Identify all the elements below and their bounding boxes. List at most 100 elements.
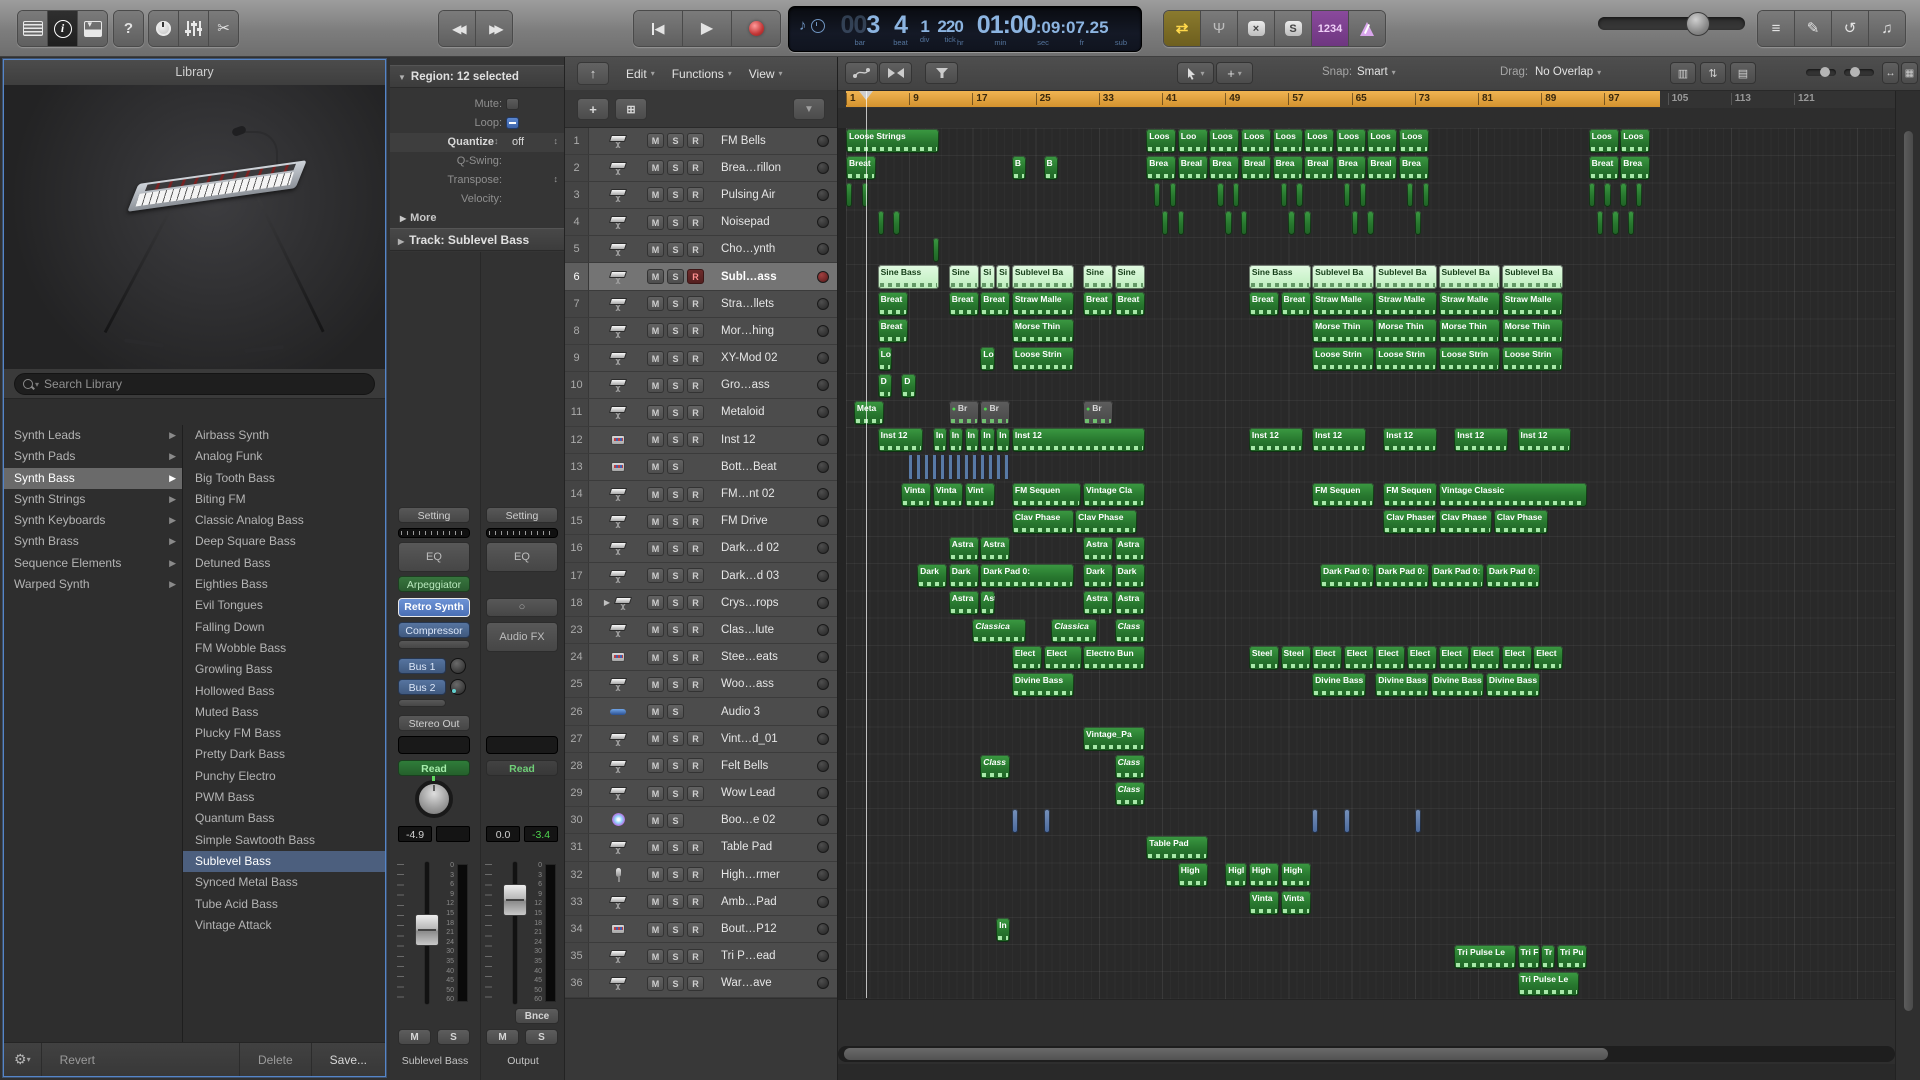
mute-button[interactable]: M bbox=[647, 922, 664, 937]
midi-region[interactable]: FM Sequen bbox=[1312, 483, 1374, 507]
library-patch-growling-bass[interactable]: Growling Bass bbox=[183, 659, 385, 680]
library-patch-pwm-bass[interactable]: PWM Bass bbox=[183, 787, 385, 808]
midi-region[interactable]: Class bbox=[980, 755, 1010, 779]
midi-region[interactable]: Lo bbox=[980, 347, 994, 371]
solo-button[interactable]: S bbox=[667, 514, 684, 529]
track-row-34[interactable]: 34MSRBout…P12 bbox=[565, 916, 837, 943]
mute-button[interactable]: M bbox=[647, 296, 664, 311]
midi-region[interactable]: Loos bbox=[1620, 129, 1650, 153]
library-patch-falling-down[interactable]: Falling Down bbox=[183, 617, 385, 638]
align-button[interactable]: ⇅ bbox=[1700, 62, 1726, 84]
solo-button[interactable]: S bbox=[667, 704, 684, 719]
midi-region[interactable]: Loo bbox=[1178, 129, 1208, 153]
midi-region[interactable]: Morse Thin bbox=[1375, 319, 1437, 343]
midi-region[interactable]: Loos bbox=[1241, 129, 1271, 153]
record-enable-button[interactable]: R bbox=[687, 894, 704, 909]
record-enable-button[interactable]: R bbox=[687, 731, 704, 746]
eq-thumbnail[interactable] bbox=[398, 528, 470, 538]
midi-region[interactable]: Sine bbox=[1083, 265, 1113, 289]
midi-region[interactable]: FM Sequen bbox=[1012, 483, 1082, 507]
mute-button[interactable]: M bbox=[647, 568, 664, 583]
library-patch-quantum-bass[interactable]: Quantum Bass bbox=[183, 808, 385, 829]
track-row-3[interactable]: 3MSRPulsing Air bbox=[565, 182, 837, 209]
library-patch-detuned-bass[interactable]: Detuned Bass bbox=[183, 553, 385, 574]
library-patch-synced-metal-bass[interactable]: Synced Metal Bass bbox=[183, 872, 385, 893]
track-row-35[interactable]: 35MSRTri P…ead bbox=[565, 943, 837, 970]
midi-region[interactable]: In bbox=[996, 918, 1010, 942]
library-action-menu-button[interactable]: ⚙▾ bbox=[4, 1043, 41, 1076]
library-patch-eighties-bass[interactable]: Eighties Bass bbox=[183, 574, 385, 595]
midi-region[interactable]: Brea bbox=[1273, 156, 1303, 180]
midi-region[interactable]: Elect bbox=[1375, 646, 1405, 670]
delete-button[interactable]: Delete bbox=[240, 1043, 311, 1076]
track-row-17[interactable]: 17MSRDark…d 03 bbox=[565, 563, 837, 590]
library-category-synth-brass[interactable]: Synth Brass▶ bbox=[4, 531, 182, 552]
midi-region[interactable]: Breal bbox=[1178, 156, 1208, 180]
midi-region[interactable] bbox=[1225, 211, 1231, 235]
library-patch-classic-analog-bass[interactable]: Classic Analog Bass bbox=[183, 510, 385, 531]
library-patch-simple-sawtooth-bass[interactable]: Simple Sawtooth Bass bbox=[183, 830, 385, 851]
strip-mute-button[interactable]: M bbox=[486, 1029, 519, 1045]
midi-region[interactable]: D bbox=[878, 374, 892, 398]
track-row-16[interactable]: 16MSRDark…d 02 bbox=[565, 535, 837, 562]
track-row-29[interactable]: 29MSRWow Lead bbox=[565, 780, 837, 807]
midi-region[interactable]: Breat bbox=[878, 292, 908, 316]
midi-region[interactable]: Breat bbox=[1083, 292, 1113, 316]
strip-solo-button[interactable]: S bbox=[525, 1029, 558, 1045]
midi-region[interactable] bbox=[933, 238, 939, 262]
midi-region[interactable]: Divine Bass bbox=[1431, 673, 1485, 697]
midi-region[interactable]: Vint bbox=[965, 483, 995, 507]
midi-region[interactable] bbox=[1281, 183, 1287, 207]
record-enable-button[interactable]: R bbox=[687, 187, 704, 202]
record-enable-button[interactable]: R bbox=[687, 514, 704, 529]
mixer-button[interactable] bbox=[179, 11, 209, 46]
command-click-tool-button[interactable]: + ▾ bbox=[1216, 62, 1253, 84]
send-bus2-slot[interactable]: Bus 2 bbox=[398, 679, 446, 695]
mute-button[interactable]: M bbox=[647, 894, 664, 909]
midi-region[interactable]: Loos bbox=[1336, 129, 1366, 153]
mute-button[interactable]: M bbox=[647, 758, 664, 773]
midi-region[interactable]: High bbox=[1249, 863, 1279, 887]
automation-mode-button[interactable]: Read bbox=[398, 760, 470, 776]
library-category-sequence-elements[interactable]: Sequence Elements▶ bbox=[4, 553, 182, 574]
quantize-value[interactable]: off bbox=[512, 136, 524, 148]
midi-region[interactable]: In bbox=[933, 428, 947, 452]
midi-region[interactable]: Meta bbox=[854, 401, 884, 425]
solo-button[interactable]: S bbox=[667, 242, 684, 257]
mute-button[interactable]: M bbox=[647, 677, 664, 692]
midi-region[interactable]: Ast bbox=[980, 591, 994, 615]
library-patch-big-tooth-bass[interactable]: Big Tooth Bass bbox=[183, 468, 385, 489]
midi-region[interactable] bbox=[1241, 211, 1247, 235]
record-enable-button[interactable]: R bbox=[687, 432, 704, 447]
record-enable-button[interactable]: R bbox=[687, 242, 704, 257]
midi-region[interactable]: Dark Pad 0: bbox=[1375, 564, 1429, 588]
library-patch-hollowed-bass[interactable]: Hollowed Bass bbox=[183, 681, 385, 702]
solo-button[interactable]: S bbox=[667, 487, 684, 502]
midi-region[interactable] bbox=[893, 211, 899, 235]
midi-region[interactable]: Straw Malle bbox=[1439, 292, 1501, 316]
record-enable-button[interactable]: R bbox=[687, 296, 704, 311]
midi-region[interactable]: Sine bbox=[949, 265, 979, 289]
library-patch-biting-fm[interactable]: Biting FM bbox=[183, 489, 385, 510]
solo-button[interactable]: S bbox=[667, 894, 684, 909]
midi-region[interactable]: Tri Pu bbox=[1557, 945, 1587, 969]
help-button[interactable]: ? bbox=[114, 11, 143, 46]
midi-region[interactable]: Morse Thin bbox=[1439, 319, 1501, 343]
record-enable-button[interactable]: R bbox=[687, 323, 704, 338]
record-enable-button[interactable]: R bbox=[687, 351, 704, 366]
solo-button[interactable]: S bbox=[667, 568, 684, 583]
midi-region[interactable]: Loos bbox=[1304, 129, 1334, 153]
midi-region[interactable]: Sublevel Ba bbox=[1502, 265, 1564, 289]
midi-region[interactable]: Clav Phase bbox=[1439, 510, 1493, 534]
solo-button[interactable]: S bbox=[667, 650, 684, 665]
midi-region[interactable]: Dark bbox=[949, 564, 979, 588]
solo-button[interactable]: S bbox=[667, 922, 684, 937]
record-enable-button[interactable]: R bbox=[687, 840, 704, 855]
midi-region[interactable] bbox=[1612, 211, 1618, 235]
midi-region[interactable]: Astra bbox=[980, 537, 1010, 561]
midi-region[interactable]: In bbox=[965, 428, 979, 452]
midi-region[interactable]: B bbox=[1044, 156, 1058, 180]
mute-button[interactable]: M bbox=[647, 650, 664, 665]
track-row-15[interactable]: 15MSRFM Drive bbox=[565, 508, 837, 535]
duplicate-track-button[interactable]: ⊞ bbox=[615, 98, 647, 120]
